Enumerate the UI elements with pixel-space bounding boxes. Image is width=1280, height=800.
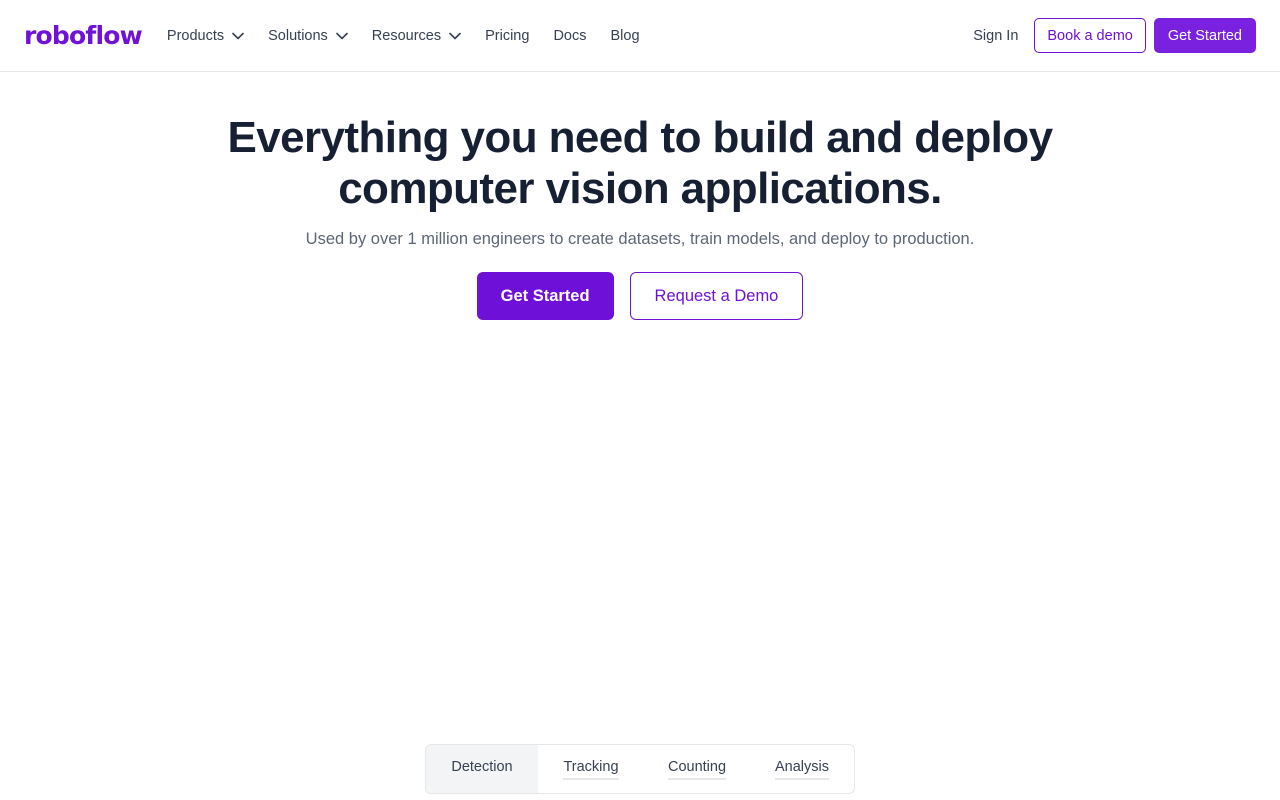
- roboflow-logo[interactable]: roboflow: [24, 23, 143, 48]
- tab-label: Counting: [667, 759, 727, 780]
- nav-item-solutions[interactable]: Solutions: [268, 28, 348, 44]
- tab-label: Analysis: [775, 759, 829, 780]
- request-demo-button[interactable]: Request a Demo: [629, 272, 804, 320]
- nav-item-label: Docs: [553, 27, 587, 44]
- hero-title-line: computer vision applications.: [338, 164, 942, 213]
- hero-title-line: Everything you need to build and deploy: [227, 113, 1053, 162]
- tab-tracking[interactable]: Tracking: [538, 745, 644, 793]
- use-case-tabs: Detection Tracking Counting Analysis: [425, 744, 855, 794]
- hero-subtitle: Used by over 1 million engineers to crea…: [305, 230, 975, 248]
- sign-in-link[interactable]: Sign In: [973, 28, 1018, 44]
- hero-title: Everything you need to build and deploy …: [0, 112, 1280, 214]
- hero-get-started-button[interactable]: Get Started: [476, 272, 614, 320]
- chevron-down-icon: [335, 32, 348, 39]
- nav-item-label: Blog: [610, 27, 640, 44]
- tab-label: Detection: [451, 758, 513, 775]
- nav-item-docs[interactable]: Docs: [553, 28, 586, 44]
- get-started-button[interactable]: Get Started: [1153, 18, 1256, 53]
- nav-item-label: Solutions: [268, 27, 328, 44]
- nav-item-blog[interactable]: Blog: [610, 28, 639, 44]
- tab-counting[interactable]: Counting: [644, 745, 750, 793]
- book-demo-button[interactable]: Book a demo: [1034, 18, 1146, 53]
- main-nav: Products Solutions Resources Pricing Doc…: [167, 28, 640, 44]
- tab-label: Tracking: [563, 759, 619, 780]
- nav-item-resources[interactable]: Resources: [372, 28, 461, 44]
- site-header: roboflow Products Solutions Resources Pr…: [0, 0, 1280, 72]
- nav-item-label: Pricing: [485, 27, 530, 44]
- nav-item-label: Products: [166, 27, 225, 44]
- nav-item-label: Resources: [371, 27, 442, 44]
- chevron-down-icon: [232, 32, 244, 39]
- header-actions: Sign In Book a demo Get Started: [973, 18, 1256, 53]
- chevron-down-icon: [449, 32, 461, 39]
- tab-detection[interactable]: Detection: [426, 745, 538, 793]
- nav-item-products[interactable]: Products: [167, 28, 244, 44]
- tab-analysis[interactable]: Analysis: [750, 745, 854, 793]
- nav-item-pricing[interactable]: Pricing: [485, 28, 529, 44]
- hero-cta-group: Get Started Request a Demo: [0, 272, 1280, 320]
